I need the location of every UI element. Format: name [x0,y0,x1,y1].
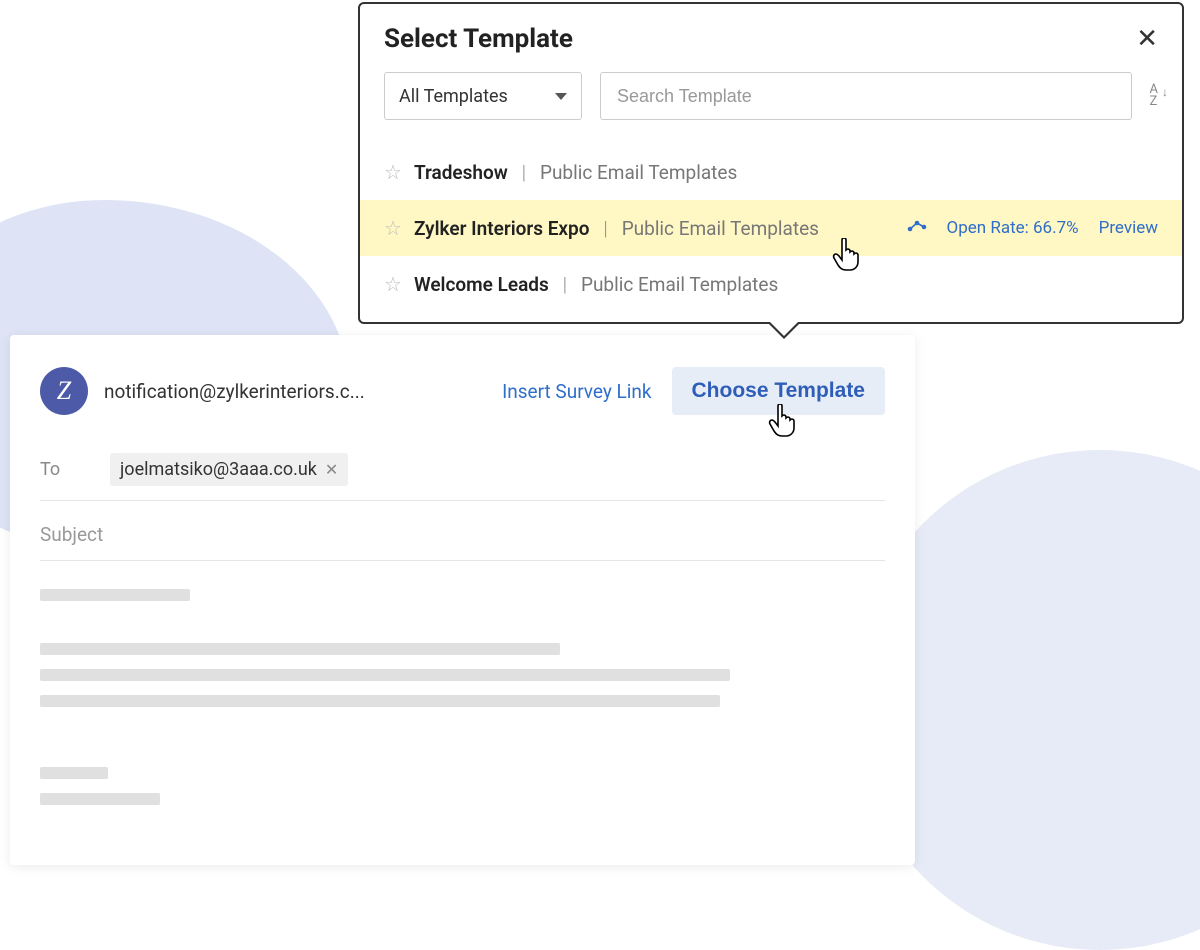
compose-email-card: Z notification@zylkerinteriors.c... Inse… [10,335,915,865]
skeleton-line [40,793,160,805]
open-rate-value: Open Rate: 66.7% [947,218,1079,238]
search-template-input[interactable] [600,72,1132,120]
template-row[interactable]: ☆ Welcome Leads | Public Email Templates [360,256,1182,312]
template-folder: Public Email Templates [622,217,819,240]
header-actions: Insert Survey Link Choose Template [502,367,885,415]
recipient-chip[interactable]: joelmatsiko@3aaa.co.uk ✕ [110,453,348,486]
recipient-email: joelmatsiko@3aaa.co.uk [120,459,317,480]
sort-az-icon: Z [1150,96,1158,108]
star-icon[interactable]: ☆ [384,160,402,184]
template-name: Zylker Interiors Expo [414,217,590,240]
template-list: ☆ Tradeshow | Public Email Templates ☆ Z… [360,144,1182,312]
select-template-popover: Select Template ✕ All Templates A Z ↓ ☆ … [358,2,1184,324]
template-row[interactable]: ☆ Zylker Interiors Expo | Public Email T… [360,200,1182,256]
skeleton-line [40,643,560,655]
skeleton-line [40,589,190,601]
skeleton-line [40,767,108,779]
choose-template-button[interactable]: Choose Template [672,367,885,415]
popover-header: Select Template ✕ [360,24,1182,72]
star-icon[interactable]: ☆ [384,272,402,296]
remove-recipient-icon[interactable]: ✕ [325,460,338,479]
template-name: Welcome Leads [414,273,549,296]
template-row[interactable]: ☆ Tradeshow | Public Email Templates [360,144,1182,200]
from-email: notification@zylkerinteriors.c... [104,380,486,403]
analytics-icon [907,220,927,236]
subject-placeholder: Subject [40,523,103,546]
email-body-placeholder[interactable] [40,589,885,805]
star-icon[interactable]: ☆ [384,216,402,240]
template-name: Tradeshow [414,161,508,184]
template-meta: Open Rate: 66.7% Preview [907,218,1159,238]
template-folder: Public Email Templates [540,161,737,184]
close-icon[interactable]: ✕ [1136,26,1158,52]
template-folder: Public Email Templates [581,273,778,296]
filter-selected-value: All Templates [399,86,508,107]
skeleton-line [40,695,720,707]
skeleton-line [40,669,730,681]
compose-header: Z notification@zylkerinteriors.c... Inse… [40,367,885,415]
popover-arrow [770,322,798,336]
sender-avatar: Z [40,367,88,415]
separator: | [603,217,607,240]
to-field-row[interactable]: To joelmatsiko@3aaa.co.uk ✕ [40,453,885,501]
preview-link[interactable]: Preview [1099,218,1158,238]
to-label: To [40,459,110,480]
separator: | [563,273,567,296]
template-filter-dropdown[interactable]: All Templates [384,72,582,120]
chevron-down-icon [555,93,567,100]
arrow-down-icon: ↓ [1162,87,1168,98]
sort-az-button[interactable]: A Z ↓ [1150,84,1158,107]
popover-title: Select Template [384,24,573,54]
subject-field[interactable]: Subject [40,523,885,561]
popover-controls: All Templates A Z ↓ [360,72,1182,138]
separator: | [522,161,526,184]
insert-survey-link[interactable]: Insert Survey Link [502,380,651,403]
